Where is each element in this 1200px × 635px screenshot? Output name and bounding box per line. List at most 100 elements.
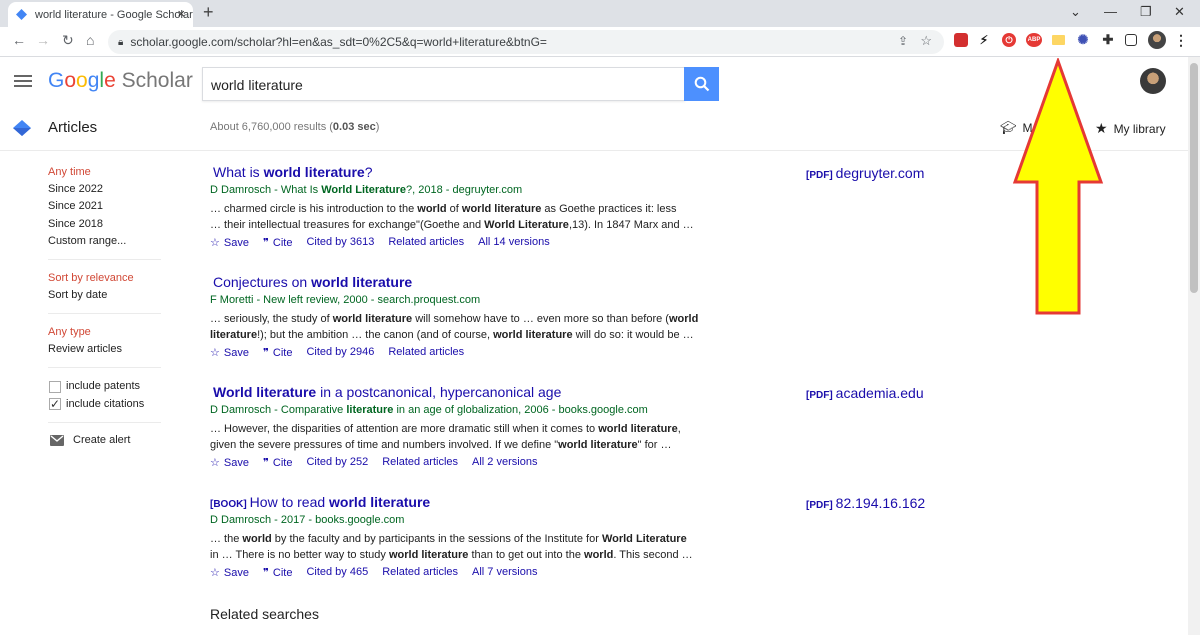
extension-red-book-icon[interactable]: [954, 33, 968, 47]
cite-button[interactable]: ❞ Cite: [263, 236, 292, 250]
extension-ublock-icon[interactable]: ⏻: [1002, 33, 1016, 47]
versions-link[interactable]: All 2 versions: [472, 456, 537, 469]
result-snippet: … seriously, the study of world literatu…: [210, 311, 710, 343]
result-title-link[interactable]: Conjectures on world literature: [210, 274, 412, 290]
create-alert-link[interactable]: Create alert: [73, 434, 130, 446]
profile-avatar-icon[interactable]: [1148, 31, 1166, 49]
star-outline-icon: ☆: [210, 237, 220, 249]
envelope-icon: [50, 435, 64, 446]
save-button[interactable]: ☆ Save: [210, 456, 249, 470]
include-patents-label[interactable]: include patents: [66, 380, 140, 392]
snippet-line: … seriously, the study of world literatu…: [210, 313, 699, 325]
side-panel-icon[interactable]: [1125, 34, 1137, 46]
close-tab-icon[interactable]: ×: [177, 6, 185, 21]
hamburger-menu-icon[interactable]: [14, 72, 32, 90]
forward-icon[interactable]: →: [36, 32, 50, 48]
result-title-link[interactable]: What is world literature?: [210, 164, 373, 180]
extension-gear-icon[interactable]: ✺: [1076, 32, 1090, 47]
menu-kebab-icon[interactable]: ⋮: [1174, 32, 1188, 48]
extensions-puzzle-icon[interactable]: ✚: [1101, 32, 1115, 47]
account-avatar[interactable]: [1140, 68, 1166, 94]
save-button[interactable]: ☆ Save: [210, 236, 249, 250]
pdf-link[interactable]: [PDF] 82.194.16.162: [806, 495, 925, 511]
extension-folder-icon[interactable]: [1052, 35, 1065, 45]
tab-search-chevron-icon[interactable]: ⌄: [1070, 4, 1081, 20]
include-citations-checkbox[interactable]: ✓: [49, 398, 61, 410]
quote-icon: ❞: [262, 457, 269, 469]
result-actions: ☆ Save ❞ Cite Cited by 3613 Related articl…: [210, 236, 550, 249]
results-count: About 6,760,000 results (0.03 sec): [210, 121, 380, 133]
home-icon[interactable]: ⌂: [86, 32, 94, 48]
snippet-line: … charmed circle is his introduction to …: [210, 203, 677, 215]
share-icon[interactable]: ⇪: [898, 34, 908, 48]
sort-by-date[interactable]: Sort by date: [48, 289, 107, 301]
restore-icon[interactable]: ❐: [1140, 4, 1152, 20]
result-snippet: … charmed circle is his introduction to …: [210, 201, 710, 233]
search-icon: [694, 76, 709, 92]
extension-abp-icon[interactable]: ABP: [1026, 33, 1042, 47]
google-scholar-logo[interactable]: Google Scholar: [48, 69, 193, 93]
browser-tab[interactable]: world literature - Google Scholar ×: [8, 2, 193, 27]
include-patents-checkbox[interactable]: [49, 381, 61, 393]
section-articles[interactable]: Articles: [48, 119, 97, 136]
search-button[interactable]: [684, 67, 719, 101]
articles-icon: [13, 120, 31, 136]
result-actions: ☆ Save ❞ Cite Cited by 252 Related article…: [210, 456, 537, 469]
result-authors: D Damrosch - 2017 - books.google.com: [210, 514, 405, 526]
filter-review-articles[interactable]: Review articles: [48, 343, 122, 355]
versions-link[interactable]: All 7 versions: [472, 566, 537, 579]
filter-custom-range[interactable]: Custom range...: [48, 235, 126, 247]
logo-google: Google: [48, 69, 116, 92]
cited-by-link[interactable]: Cited by 252: [306, 456, 368, 469]
versions-link[interactable]: All 14 versions: [478, 236, 550, 249]
cite-button[interactable]: ❞ Cite: [262, 566, 292, 580]
filter-since-2018[interactable]: Since 2018: [48, 218, 103, 230]
include-citations-label[interactable]: include citations: [66, 398, 144, 410]
new-tab-button[interactable]: +: [203, 2, 214, 23]
back-icon[interactable]: ←: [12, 32, 26, 48]
snippet-line: … However, the disparities of attention …: [210, 423, 681, 435]
close-window-icon[interactable]: ✕: [1174, 4, 1185, 20]
quote-icon: ❞: [262, 347, 269, 359]
minimize-icon[interactable]: —: [1104, 4, 1117, 19]
extension-bolt-icon[interactable]: ⚡︎: [977, 33, 991, 47]
my-library-link[interactable]: ★ My library: [1095, 120, 1166, 137]
sidebar-divider: [48, 259, 161, 260]
address-bar[interactable]: 🔒︎ scholar.google.com/scholar?hl=en&as_s…: [108, 30, 944, 54]
result-authors: D Damrosch - What Is World Literature?, …: [210, 184, 523, 196]
cited-by-link[interactable]: Cited by 3613: [306, 236, 374, 249]
save-button[interactable]: ☆ Save: [210, 566, 249, 580]
related-articles-link[interactable]: Related articles: [382, 566, 458, 579]
related-articles-link[interactable]: Related articles: [382, 456, 458, 469]
cited-by-link[interactable]: Cited by 2946: [306, 346, 374, 359]
star-outline-icon: ☆: [210, 567, 220, 579]
pdf-link[interactable]: [PDF] degruyter.com: [806, 165, 924, 181]
cite-button[interactable]: ❞ Cite: [262, 346, 292, 360]
quote-icon: ❞: [262, 567, 269, 579]
sidebar-divider: [48, 422, 161, 423]
tab-strip: world literature - Google Scholar × + ⌄ …: [0, 0, 1200, 27]
result-title-link[interactable]: World literature in a postcanonical, hyp…: [210, 384, 561, 400]
url-text: scholar.google.com/scholar?hl=en&as_sdt=…: [130, 35, 547, 49]
related-articles-link[interactable]: Related articles: [388, 236, 464, 249]
filter-any-time[interactable]: Any time: [48, 166, 91, 178]
reload-icon[interactable]: ↻: [62, 32, 74, 49]
lock-icon: 🔒︎: [118, 36, 124, 48]
bookmark-star-icon[interactable]: ☆: [920, 33, 932, 49]
filter-since-2021[interactable]: Since 2021: [48, 200, 103, 212]
pdf-link[interactable]: [PDF] academia.edu: [806, 385, 924, 401]
save-button[interactable]: ☆ Save: [210, 346, 249, 360]
filter-since-2022[interactable]: Since 2022: [48, 183, 103, 195]
result-snippet: … the world by the faculty and by partic…: [210, 531, 710, 563]
related-searches-heading: Related searches: [210, 606, 319, 622]
search-input[interactable]: world literature: [202, 67, 685, 101]
result-title-link[interactable]: [BOOK] How to read world literature: [210, 494, 430, 510]
scrollbar-thumb[interactable]: [1190, 63, 1198, 293]
pdf-link[interactable]: [806, 275, 809, 291]
filter-any-type[interactable]: Any type: [48, 326, 91, 338]
related-articles-link[interactable]: Related articles: [388, 346, 464, 359]
result-authors: D Damrosch - Comparative literature in a…: [210, 404, 648, 416]
sort-by-relevance[interactable]: Sort by relevance: [48, 272, 134, 284]
cite-button[interactable]: ❞ Cite: [262, 456, 292, 470]
cited-by-link[interactable]: Cited by 465: [306, 566, 368, 579]
